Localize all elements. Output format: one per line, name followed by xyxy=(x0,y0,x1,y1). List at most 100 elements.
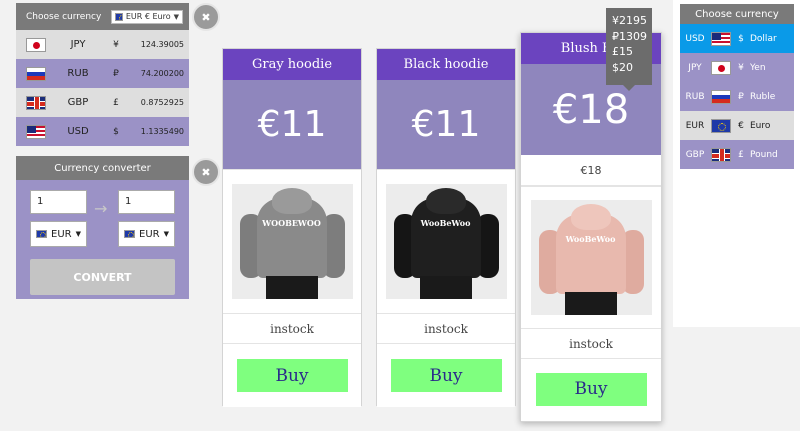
currency-symbol: £ xyxy=(113,97,119,108)
currency-row-jpy: JPY ¥ 124.39005 xyxy=(16,30,189,59)
currency-code: GBP xyxy=(67,97,89,108)
currency-select[interactable]: EUR € Euro ▼ xyxy=(111,9,183,24)
option-code: EUR xyxy=(685,120,705,131)
option-code: USD xyxy=(685,33,705,44)
tooltip-price-rub: ₽1309 xyxy=(612,29,647,43)
russia-flag-icon xyxy=(711,89,731,104)
chevron-down-icon: ▼ xyxy=(75,230,81,238)
currency-option-rub[interactable]: RUB ₽ Ruble xyxy=(680,82,794,111)
currency-table-header: Choose currency EUR € Euro ▼ xyxy=(16,3,189,30)
converter-from-input[interactable]: 1 xyxy=(30,190,87,214)
tooltip-price-jpy: ¥2195 xyxy=(612,14,647,27)
option-code: GBP xyxy=(685,149,705,160)
close-icon: ✖ xyxy=(201,165,211,179)
currency-option-jpy[interactable]: JPY ¥ Yen xyxy=(680,53,794,82)
currency-option-usd[interactable]: USD $ Dollar xyxy=(680,24,794,53)
product-card-gray-hoodie: Gray hoodie €11 WOOBEWOO instock Buy xyxy=(222,48,362,407)
converter-to-currency: EUR xyxy=(139,228,160,240)
converter-from-select[interactable]: EUR ▼ xyxy=(30,221,87,247)
option-name: Euro xyxy=(750,120,771,131)
option-code: JPY xyxy=(688,62,702,73)
option-symbol: $ xyxy=(738,33,744,44)
option-symbol: ¥ xyxy=(738,62,744,73)
stock-status: instock xyxy=(377,313,515,344)
product-price: €11 xyxy=(223,80,361,169)
option-symbol: £ xyxy=(738,149,744,160)
option-symbol: ₽ xyxy=(738,91,744,102)
usa-flag-icon xyxy=(26,124,46,139)
hoodie-print-text: WooBeWoo xyxy=(420,218,471,228)
currency-symbol: $ xyxy=(113,126,119,137)
product-image-wrap: WOOBEWOO xyxy=(223,169,361,313)
close-currency-table-button[interactable]: ✖ xyxy=(192,3,220,31)
hoodie-print-text: WooBeWoo xyxy=(565,234,616,244)
option-name: Yen xyxy=(750,62,766,73)
option-name: Ruble xyxy=(750,91,776,102)
close-converter-button[interactable]: ✖ xyxy=(192,158,220,186)
currency-selector-title: Choose currency xyxy=(680,4,794,24)
currency-code: RUB xyxy=(67,68,89,79)
currency-rate: 1.1335490 xyxy=(140,127,184,136)
japan-flag-icon xyxy=(26,37,46,52)
converter-from-currency: EUR xyxy=(51,228,72,240)
product-card-blush-hoodie: Blush Ho €18 €18 WooBeWoo instock Buy xyxy=(520,32,662,422)
product-image-wrap: WooBeWoo xyxy=(521,186,661,328)
currency-row-rub: RUB ₽ 74.200200 xyxy=(16,59,189,88)
uk-flag-icon xyxy=(26,95,46,110)
currency-option-eur[interactable]: EUR € Euro xyxy=(680,111,794,140)
currency-rate: 0.8752925 xyxy=(140,98,184,107)
product-image[interactable]: WooBeWoo xyxy=(385,184,507,299)
option-name: Pound xyxy=(750,149,778,160)
chevron-down-icon: ▼ xyxy=(173,12,179,21)
tooltip-price-usd: $20 xyxy=(612,60,633,74)
currency-row-usd: USD $ 1.1335490 xyxy=(16,117,189,146)
product-image-wrap: WooBeWoo xyxy=(377,169,515,313)
buy-button[interactable]: Buy xyxy=(535,372,647,406)
uk-flag-icon xyxy=(711,147,731,162)
convert-button[interactable]: CONVERT xyxy=(30,259,175,295)
currency-symbol: ¥ xyxy=(113,39,119,50)
currency-selector-panel: Choose currency USD $ Dollar JPY ¥ Yen R… xyxy=(673,0,800,327)
currency-table-widget: Choose currency EUR € Euro ▼ JPY ¥ 124.3… xyxy=(16,3,189,146)
usa-flag-icon xyxy=(711,31,731,46)
close-icon: ✖ xyxy=(201,10,211,24)
eu-flag-icon xyxy=(124,230,136,238)
japan-flag-icon xyxy=(711,60,731,75)
option-symbol: € xyxy=(738,120,744,131)
currency-symbol: ₽ xyxy=(113,68,119,79)
product-card-black-hoodie: Black hoodie €11 WooBeWoo instock Buy xyxy=(376,48,516,407)
chevron-down-icon: ▼ xyxy=(163,230,169,238)
currency-code: USD xyxy=(67,126,89,137)
tooltip-price-gbp: £15 xyxy=(612,45,633,58)
russia-flag-icon xyxy=(26,66,46,81)
hoodie-print-text: WOOBEWOO xyxy=(262,218,321,228)
product-title: Gray hoodie xyxy=(223,49,361,80)
eu-flag-icon xyxy=(36,230,48,238)
product-sub-price: €18 xyxy=(521,155,661,186)
stock-status: instock xyxy=(521,328,661,359)
currency-table-title: Choose currency xyxy=(26,11,102,22)
stock-status: instock xyxy=(223,313,361,344)
arrow-right-icon: → xyxy=(94,199,108,218)
product-image[interactable]: WOOBEWOO xyxy=(231,184,353,299)
currency-rate: 124.39005 xyxy=(140,40,184,49)
product-price: €11 xyxy=(377,80,515,169)
currency-rate: 74.200200 xyxy=(140,69,184,78)
currency-option-gbp[interactable]: GBP £ Pound xyxy=(680,140,794,169)
product-image[interactable]: WooBeWoo xyxy=(530,200,652,315)
currency-code: JPY xyxy=(70,39,86,50)
converter-to-input[interactable]: 1 xyxy=(118,190,175,214)
converter-to-select[interactable]: EUR ▼ xyxy=(118,221,175,247)
eu-flag-icon xyxy=(115,12,123,21)
buy-button[interactable]: Buy xyxy=(236,359,348,392)
buy-button[interactable]: Buy xyxy=(390,359,502,392)
converter-title: Currency converter xyxy=(16,156,189,180)
currency-row-gbp: GBP £ 0.8752925 xyxy=(16,88,189,117)
currency-select-value: EUR € Euro xyxy=(125,12,171,21)
price-tooltip: ¥2195 ₽1309 £15 $20 xyxy=(606,8,652,91)
eu-flag-icon xyxy=(711,118,731,133)
option-name: Dollar xyxy=(750,33,777,44)
product-title: Black hoodie xyxy=(377,49,515,80)
option-code: RUB xyxy=(685,91,705,102)
currency-converter: Currency converter 1 → 1 EUR ▼ EUR ▼ CON… xyxy=(16,156,189,299)
